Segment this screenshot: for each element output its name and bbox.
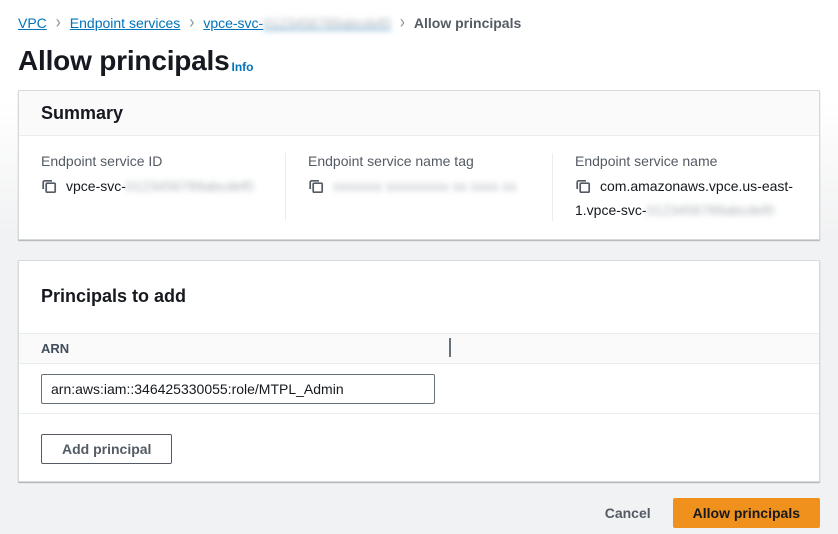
arn-input-row <box>19 364 819 413</box>
field-value: vpce-svc-0123456789abcdef0 <box>41 176 263 200</box>
field-value: com.amazonaws.vpce.us-east-1.vpce-svc-01… <box>575 176 797 221</box>
summary-card: Summary Endpoint service ID vpce-svc-012… <box>18 90 820 240</box>
cancel-button[interactable]: Cancel <box>601 500 655 526</box>
allow-principals-button[interactable]: Allow principals <box>673 498 820 528</box>
breadcrumb-service-id-prefix: vpce-svc- <box>203 15 263 31</box>
breadcrumb: VPC › Endpoint services › vpce-svc-01234… <box>18 0 820 31</box>
field-value-redacted: xxxxxxx xxxxxxxxx xx xxxx xx <box>333 178 517 194</box>
field-label: Endpoint service name tag <box>308 153 532 169</box>
title-row: Allow principals Info <box>18 46 820 77</box>
arn-column-header: ARN <box>41 341 69 356</box>
arn-table-header-row: ARN <box>19 333 819 364</box>
info-link[interactable]: Info <box>232 60 254 77</box>
principals-to-add-card: Principals to add ARN Add principal <box>18 260 820 482</box>
copy-icon[interactable] <box>575 178 591 200</box>
breadcrumb-separator-icon: › <box>400 12 405 33</box>
summary-field-endpoint-service-id: Endpoint service ID vpce-svc-0123456789a… <box>19 153 285 221</box>
column-resize-handle[interactable] <box>449 338 451 357</box>
add-principal-button[interactable]: Add principal <box>41 434 172 464</box>
field-label: Endpoint service ID <box>41 153 265 169</box>
summary-body: Endpoint service ID vpce-svc-0123456789a… <box>19 136 819 239</box>
page-content: VPC › Endpoint services › vpce-svc-01234… <box>0 0 838 528</box>
breadcrumb-endpoint-services[interactable]: Endpoint services <box>70 15 181 31</box>
principals-card-header: Principals to add <box>19 261 819 333</box>
principals-title: Principals to add <box>41 286 186 306</box>
summary-field-endpoint-service-name: Endpoint service name com.amazonaws.vpce… <box>552 153 819 221</box>
field-value-redacted: 0123456789abcdef0 <box>647 202 775 218</box>
summary-field-endpoint-service-name-tag: Endpoint service name tag xxxxxxx xxxxxx… <box>285 153 552 221</box>
page-title: Allow principals <box>18 46 230 77</box>
breadcrumb-current-page: Allow principals <box>414 15 521 31</box>
form-actions: Cancel Allow principals <box>18 498 820 528</box>
principals-card-footer: Add principal <box>19 413 819 481</box>
arn-input[interactable] <box>41 374 435 404</box>
breadcrumb-service-id-redacted: 0123456789abcdef0 <box>263 15 391 31</box>
summary-title: Summary <box>41 103 123 123</box>
field-value-text: vpce-svc- <box>66 178 126 194</box>
field-label: Endpoint service name <box>575 153 799 169</box>
breadcrumb-vpc[interactable]: VPC <box>18 15 47 31</box>
breadcrumb-endpoint-service-id[interactable]: vpce-svc-0123456789abcdef0 <box>203 15 391 31</box>
field-value-redacted: 0123456789abcdef0 <box>126 178 254 194</box>
copy-icon[interactable] <box>41 178 57 200</box>
breadcrumb-separator-icon: › <box>56 12 61 33</box>
field-value: xxxxxxx xxxxxxxxx xx xxxx xx <box>308 176 530 200</box>
copy-icon[interactable] <box>308 178 324 200</box>
breadcrumb-separator-icon: › <box>189 12 194 33</box>
summary-card-header: Summary <box>19 91 819 136</box>
